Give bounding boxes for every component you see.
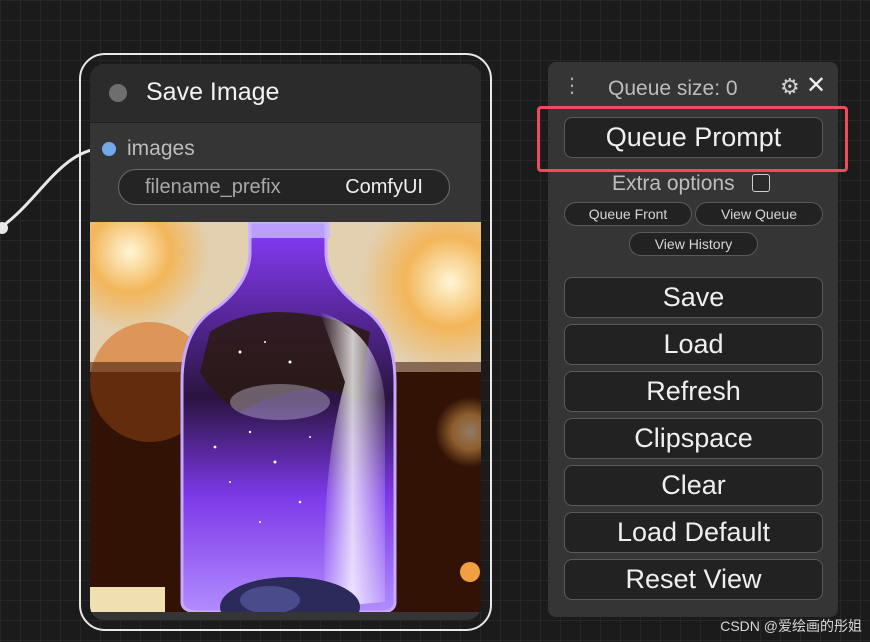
clipspace-button[interactable]: Clipspace — [564, 418, 823, 459]
queue-prompt-highlight-box — [537, 106, 848, 172]
drag-handle-icon[interactable]: ⋮ — [562, 76, 582, 96]
queue-size-label: Queue size: 0 — [608, 77, 738, 100]
node-title: Save Image — [146, 78, 280, 106]
close-icon[interactable]: ✕ — [806, 74, 826, 98]
extra-options-label: Extra options — [612, 172, 735, 195]
view-history-button[interactable]: View History — [629, 232, 758, 256]
queue-front-button[interactable]: Queue Front — [564, 202, 692, 226]
node-collapse-dot[interactable] — [109, 84, 127, 102]
extra-options-checkbox[interactable] — [752, 174, 770, 192]
save-button[interactable]: Save — [564, 277, 823, 318]
filename-prefix-value: ComfyUI — [345, 176, 423, 198]
gear-icon[interactable]: ⚙ — [780, 76, 800, 98]
reset-view-button[interactable]: Reset View — [564, 559, 823, 600]
watermark-text: CSDN @爱绘画的彤姐 — [720, 618, 862, 634]
save-image-node[interactable]: Save Image images filename_prefix ComfyU… — [90, 64, 481, 620]
filename-prefix-label: filename_prefix — [145, 176, 281, 198]
view-queue-button[interactable]: View Queue — [695, 202, 823, 226]
clear-button[interactable]: Clear — [564, 465, 823, 506]
images-input-label: images — [127, 137, 195, 160]
images-input-slot[interactable] — [102, 142, 116, 156]
refresh-button[interactable]: Refresh — [564, 371, 823, 412]
node-header[interactable]: Save Image — [90, 64, 481, 123]
load-default-button[interactable]: Load Default — [564, 512, 823, 553]
filename-prefix-widget[interactable]: filename_prefix ComfyUI — [118, 169, 450, 205]
load-button[interactable]: Load — [564, 324, 823, 365]
image-preview — [90, 222, 481, 612]
bottle-image — [90, 222, 481, 612]
